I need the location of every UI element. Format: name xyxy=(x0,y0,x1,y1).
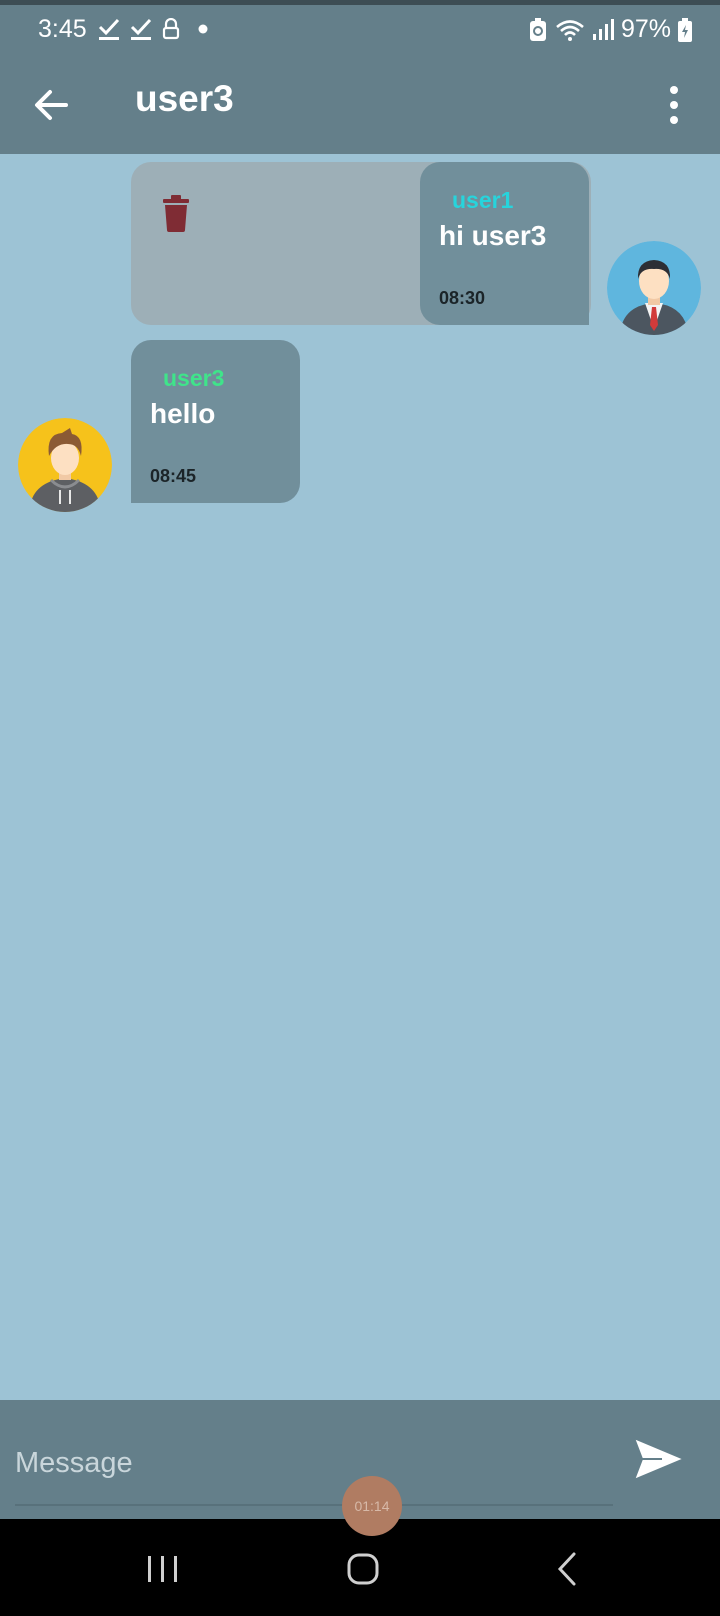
system-icons: 97% xyxy=(528,15,692,44)
businessman-avatar-icon xyxy=(607,241,701,335)
message-time: 08:30 xyxy=(439,288,486,308)
battery-saver-icon xyxy=(529,17,546,41)
hoodie-user-avatar-icon xyxy=(18,418,112,512)
notification-icons xyxy=(98,17,216,41)
battery-charging-icon xyxy=(678,17,692,42)
trash-icon[interactable] xyxy=(161,194,191,232)
wifi-icon xyxy=(556,19,584,41)
message-sender: user1 xyxy=(452,187,514,213)
status-time: 3:45 xyxy=(38,15,87,43)
send-icon[interactable] xyxy=(632,1436,686,1482)
message-sender: user3 xyxy=(163,365,225,391)
message-list[interactable]: user1 hi user3 08:30 user3 hello 08:45 xyxy=(0,154,720,1400)
arrow-left-icon[interactable] xyxy=(30,82,76,128)
check-icon xyxy=(130,18,152,40)
message-text: hi user3 xyxy=(439,220,547,251)
message-time: 08:45 xyxy=(150,466,197,486)
message-bubble-incoming[interactable]: user3 hello 08:45 xyxy=(131,340,300,503)
input-underline xyxy=(15,1504,613,1506)
signal-icon xyxy=(592,18,614,40)
dot-icon xyxy=(198,24,208,34)
home-icon[interactable] xyxy=(343,1549,383,1589)
recent-apps-icon[interactable] xyxy=(143,1549,183,1589)
battery-percent: 97% xyxy=(620,15,671,43)
more-vertical-icon[interactable] xyxy=(662,84,686,126)
check-icon xyxy=(98,18,120,40)
status-bar: 3:45 97% xyxy=(0,0,720,58)
avatar[interactable] xyxy=(607,241,701,335)
message-input[interactable] xyxy=(15,1438,575,1488)
lock-icon xyxy=(162,18,180,40)
chat-title: user3 xyxy=(135,78,234,119)
avatar[interactable] xyxy=(18,418,112,512)
app-bar: user3 xyxy=(0,58,720,154)
back-icon[interactable] xyxy=(548,1549,588,1589)
message-bubble-outgoing[interactable]: user1 hi user3 08:30 xyxy=(420,162,589,325)
timer-badge: 01:14 xyxy=(342,1476,402,1536)
message-text: hello xyxy=(150,398,216,429)
